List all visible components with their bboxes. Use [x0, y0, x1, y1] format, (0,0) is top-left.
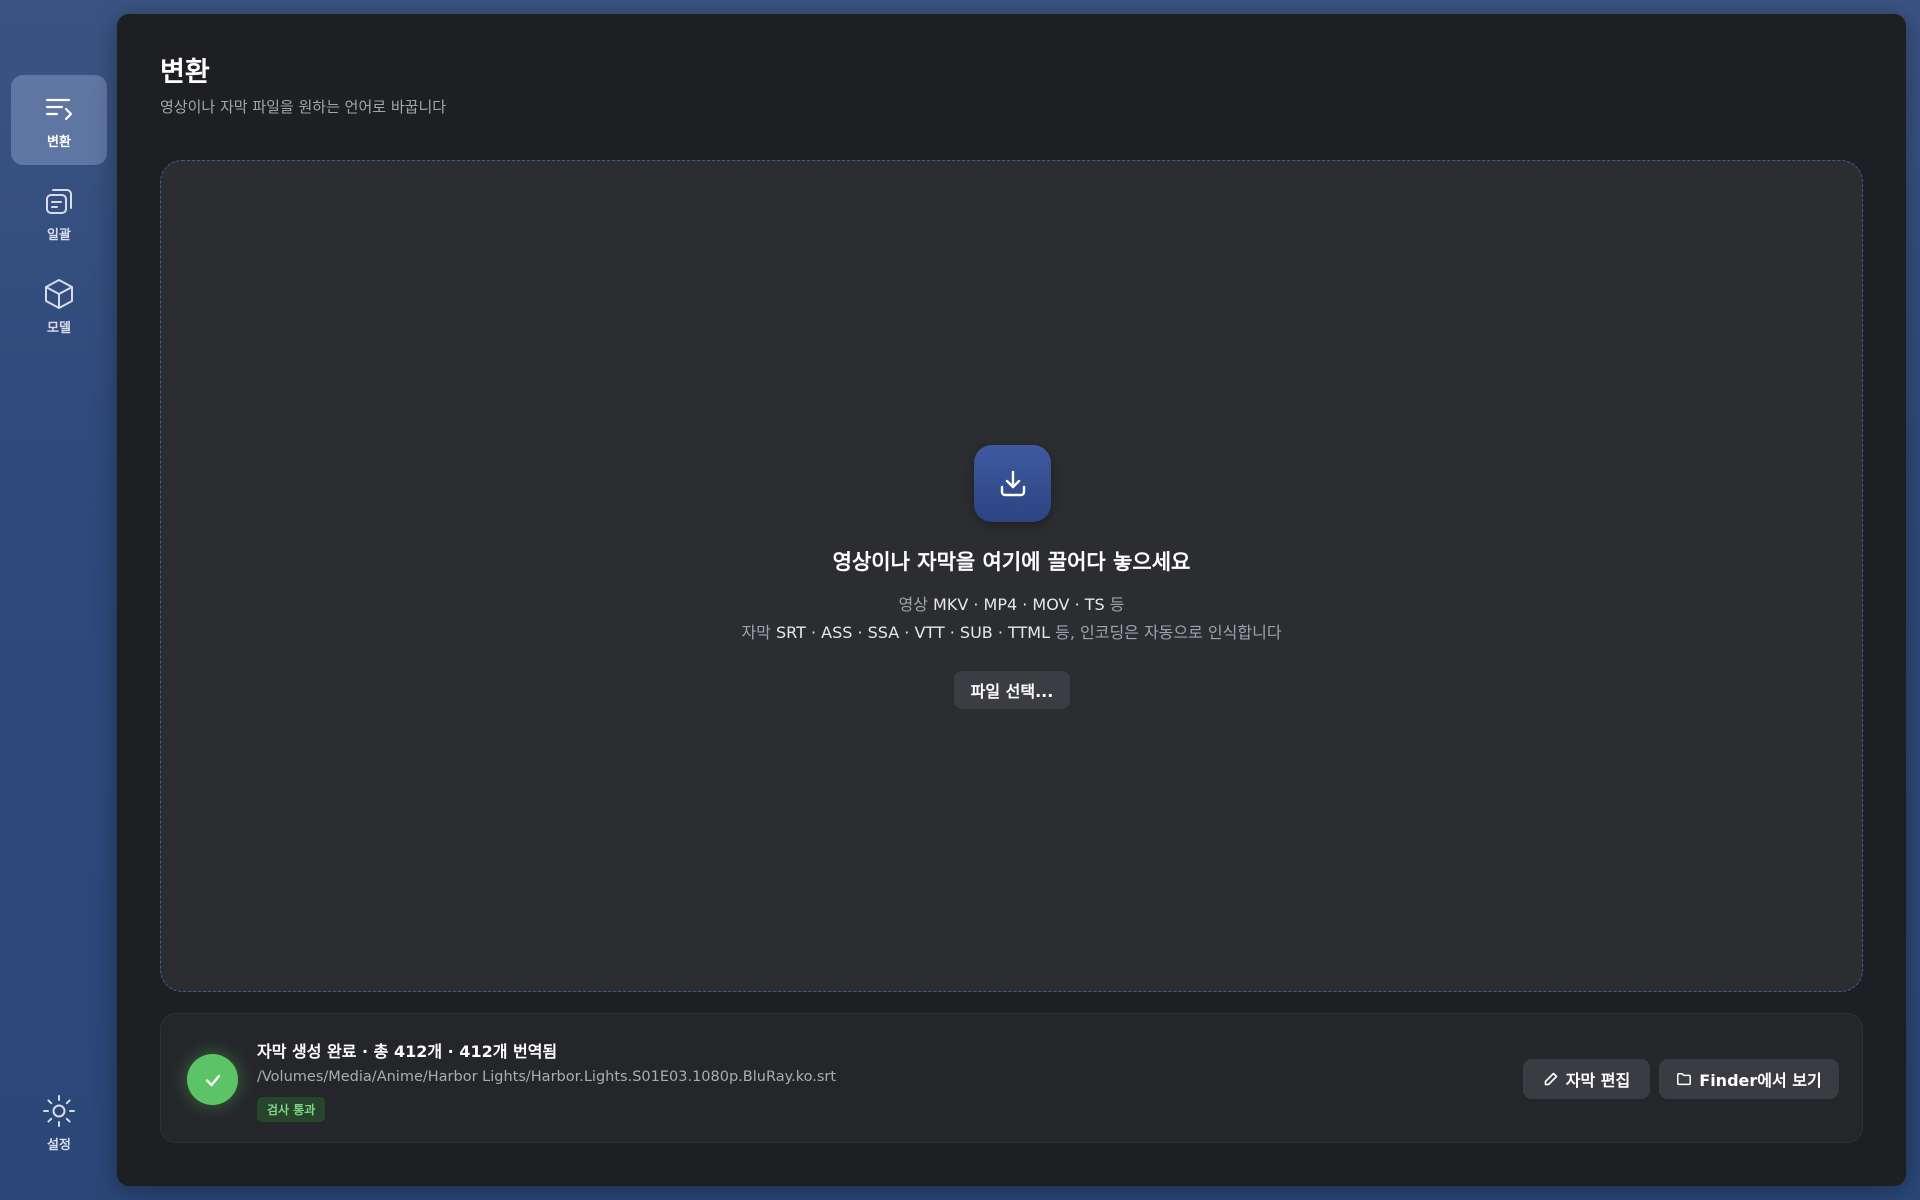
sidebar: 변환 일괄 모델 설정 — [0, 0, 117, 1200]
edit-subtitle-button[interactable]: 자막 편집 — [1523, 1059, 1650, 1099]
output-file-path: /Volumes/Media/Anime/Harbor Lights/Harbo… — [257, 1069, 837, 1085]
dropzone-title: 영상이나 자막을 여기에 끌어다 놓으세요 — [832, 550, 1191, 574]
sidebar-item-label: 일괄 — [47, 227, 71, 243]
subtitle-suffix: 등, 인코딩은 자동으로 인식합니다 — [1055, 623, 1282, 642]
sidebar-item-convert[interactable]: 변환 — [11, 75, 107, 165]
page-title: 변환 — [160, 57, 210, 88]
sidebar-item-batch[interactable]: 일괄 — [11, 168, 107, 258]
status-badge: 검사 통과 — [257, 1097, 326, 1122]
download-tray-icon — [974, 445, 1051, 522]
main-panel: 변환 영상이나 자막 파일을 원하는 언어로 바꿉니다 영상이나 자막을 여기에… — [117, 14, 1906, 1186]
sidebar-item-label: 모델 — [47, 320, 71, 336]
subtitle-formats: SRT · ASS · SSA · VTT · SUB · TTML — [775, 623, 1051, 642]
file-dropzone[interactable]: 영상이나 자막을 여기에 끌어다 놓으세요 영상 MKV · MP4 · MOV… — [160, 160, 1863, 992]
video-formats-line: 영상 MKV · MP4 · MOV · TS 등 — [161, 591, 1862, 615]
status-title: 자막 생성 완료 · 총 412개 · 412개 번역됨 — [257, 1042, 558, 1061]
page-subtitle: 영상이나 자막 파일을 원하는 언어로 바꿉니다 — [160, 98, 447, 116]
sidebar-item-label: 변환 — [47, 134, 71, 150]
subtitle-prefix: 자막 — [741, 623, 771, 642]
show-in-finder-button[interactable]: Finder에서 보기 — [1659, 1059, 1839, 1099]
show-in-finder-label: Finder에서 보기 — [1699, 1071, 1822, 1090]
choose-file-button[interactable]: 파일 선택... — [954, 671, 1070, 709]
sun-gear-icon — [43, 1094, 75, 1127]
check-icon — [187, 1054, 238, 1105]
video-suffix: 등 — [1109, 595, 1125, 614]
batch-icon — [46, 188, 72, 214]
subtitle-formats-line: 자막 SRT · ASS · SSA · VTT · SUB · TTML 등,… — [161, 619, 1862, 643]
pencil-icon — [1544, 1072, 1558, 1086]
convert-icon — [45, 98, 73, 120]
sidebar-item-settings[interactable]: 설정 — [11, 1078, 107, 1168]
status-panel: 자막 생성 완료 · 총 412개 · 412개 번역됨 /Volumes/Me… — [160, 1013, 1863, 1143]
folder-icon — [1677, 1073, 1692, 1086]
video-formats: MKV · MP4 · MOV · TS — [933, 595, 1105, 614]
video-prefix: 영상 — [898, 595, 928, 614]
cube-icon — [45, 278, 73, 309]
sidebar-item-model[interactable]: 모델 — [11, 261, 107, 351]
edit-subtitle-label: 자막 편집 — [1565, 1071, 1631, 1090]
sidebar-item-label: 설정 — [47, 1137, 71, 1153]
